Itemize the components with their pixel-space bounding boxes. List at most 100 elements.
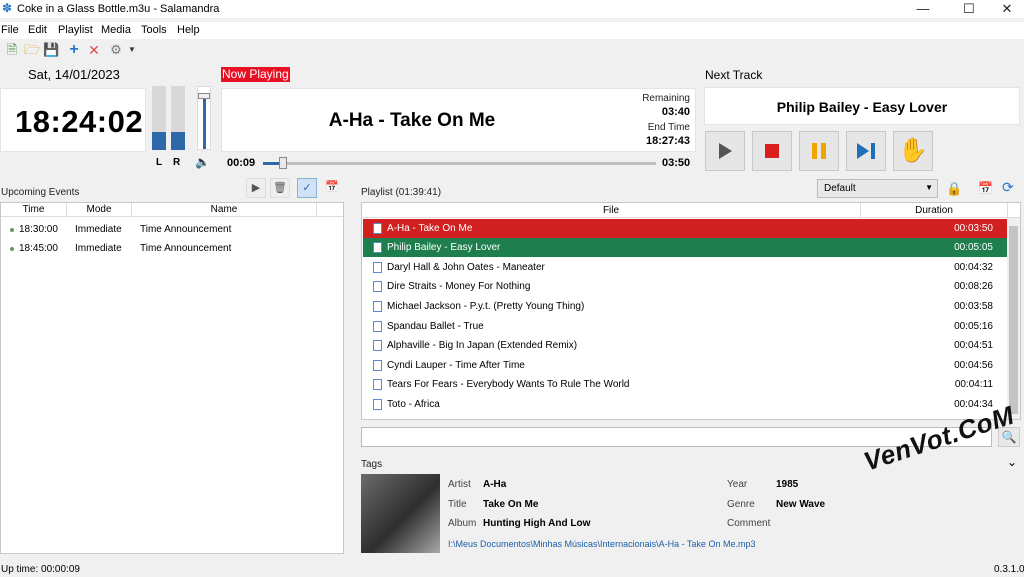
playlist-scrollbar[interactable] bbox=[1007, 218, 1020, 419]
event-time: 18:45:00 bbox=[19, 243, 58, 254]
menu-playlist[interactable]: Playlist bbox=[58, 24, 93, 36]
menu-tools[interactable]: Tools bbox=[141, 24, 167, 36]
right-level-fill bbox=[171, 132, 185, 150]
track-duration: 00:08:26 bbox=[954, 281, 993, 292]
list-item[interactable]: Michael Jackson - P.y.t. (Pretty Young T… bbox=[363, 297, 1008, 316]
scrollbar-thumb[interactable] bbox=[1009, 226, 1018, 414]
list-item[interactable]: Tears For Fears - Everybody Wants To Rul… bbox=[363, 375, 1008, 394]
event-mode: Immediate bbox=[75, 243, 122, 254]
audio-file-icon bbox=[373, 301, 382, 312]
chevron-down-icon[interactable]: ⌄ bbox=[1007, 455, 1017, 469]
save-icon[interactable]: 💾 bbox=[43, 42, 59, 58]
skip-next-button[interactable] bbox=[846, 131, 886, 171]
play-button[interactable] bbox=[705, 131, 745, 171]
artist-label: Artist bbox=[448, 479, 471, 490]
playlist-table: File Duration A-Ha - Take On Me 00:03:50 … bbox=[361, 202, 1021, 420]
track-name: Daryl Hall & John Oates - Maneater bbox=[387, 262, 545, 273]
menu-help[interactable]: Help bbox=[177, 24, 200, 36]
comment-label: Comment bbox=[727, 518, 771, 529]
year-label: Year bbox=[727, 479, 748, 490]
refresh-icon[interactable]: ⟳ bbox=[1002, 179, 1014, 196]
volume-knob[interactable] bbox=[198, 93, 210, 99]
list-item[interactable]: Daryl Hall & John Oates - Maneater 00:04:… bbox=[363, 258, 1008, 277]
events-col-name[interactable]: Name bbox=[132, 203, 317, 217]
menu-bar: File Edit Playlist Media Tools Help bbox=[0, 22, 1024, 39]
track-name: Michael Jackson - P.y.t. (Pretty Young T… bbox=[387, 301, 585, 312]
artist-value: A-Ha bbox=[483, 479, 507, 490]
title-value: Take On Me bbox=[483, 499, 539, 510]
stop-icon bbox=[765, 144, 779, 158]
track-duration: 00:03:50 bbox=[954, 223, 993, 234]
play-circle-icon: ▶ bbox=[251, 182, 261, 194]
events-col-mode[interactable]: Mode bbox=[67, 203, 132, 217]
next-track-label: Next Track bbox=[705, 68, 763, 82]
album-art bbox=[361, 474, 440, 553]
lock-icon[interactable]: 🔒 bbox=[946, 181, 962, 197]
audio-file-icon bbox=[373, 242, 382, 253]
version-text: 0.3.1.0 bbox=[994, 564, 1024, 575]
seek-knob[interactable] bbox=[279, 157, 287, 169]
events-col-spacer bbox=[317, 203, 343, 217]
seek-progress bbox=[263, 162, 279, 165]
event-delete-button[interactable]: 🗑 bbox=[270, 178, 290, 198]
events-col-time[interactable]: Time bbox=[1, 203, 67, 217]
title-label: Title bbox=[448, 499, 467, 510]
close-button[interactable]: ✕ bbox=[984, 0, 1024, 18]
minimize-button[interactable]: — bbox=[900, 0, 946, 18]
track-duration: 00:04:51 bbox=[954, 340, 993, 351]
audio-file-icon bbox=[373, 262, 382, 273]
total-time: 03:50 bbox=[662, 157, 691, 169]
playlist-profile-value: Default bbox=[824, 183, 856, 194]
playlist-col-file[interactable]: File bbox=[362, 203, 861, 218]
meter-label-left: L bbox=[156, 157, 163, 168]
speaker-icon[interactable]: 🔈 bbox=[195, 155, 210, 169]
menu-edit[interactable]: Edit bbox=[28, 24, 47, 36]
event-run-button[interactable]: ▶ bbox=[246, 178, 266, 198]
open-folder-icon[interactable]: 🗁 bbox=[24, 42, 40, 58]
elapsed-time: 00:09 bbox=[227, 157, 256, 169]
settings-icon[interactable]: ⚙ bbox=[108, 42, 124, 58]
end-time-value: 18:27:43 bbox=[645, 135, 690, 147]
menu-media[interactable]: Media bbox=[101, 24, 131, 36]
schedule-remove-icon[interactable]: 📅 bbox=[978, 181, 993, 195]
list-item[interactable]: Toto - Africa 00:04:34 bbox=[363, 395, 1008, 414]
new-playlist-icon[interactable]: 🗎 bbox=[4, 42, 20, 58]
chevron-down-icon[interactable]: ▼ bbox=[124, 42, 140, 58]
window-title: Coke in a Glass Bottle.m3u - Salamandra bbox=[17, 3, 220, 15]
volume-slider[interactable] bbox=[197, 86, 211, 150]
file-path-link[interactable]: I:\Meus Documentos\Minhas Músicas\Intern… bbox=[448, 539, 755, 549]
audio-file-icon bbox=[373, 399, 382, 410]
track-name: Dire Straits - Money For Nothing bbox=[387, 281, 531, 292]
list-item[interactable]: Spandau Ballet - True 00:05:16 bbox=[363, 317, 1008, 336]
event-enable-button[interactable]: ✓ bbox=[297, 178, 317, 198]
hand-icon: ✋ bbox=[898, 137, 928, 164]
table-row[interactable]: 18:45:00 Immediate Time Announcement bbox=[1, 239, 343, 258]
list-item[interactable]: Philip Bailey - Easy Lover 00:05:05 bbox=[363, 238, 1008, 257]
add-icon[interactable]: + bbox=[66, 42, 82, 58]
remaining-label: Remaining bbox=[642, 93, 690, 104]
event-mode: Immediate bbox=[75, 224, 122, 235]
audio-file-icon bbox=[373, 360, 382, 371]
title-bar: ✽ Coke in a Glass Bottle.m3u - Salamandr… bbox=[0, 0, 1024, 18]
track-name: Alphaville - Big In Japan (Extended Remi… bbox=[387, 340, 578, 351]
table-row[interactable]: 18:30:00 Immediate Time Announcement bbox=[1, 220, 343, 239]
event-schedule-button[interactable]: 📅 bbox=[322, 178, 342, 198]
track-duration: 00:04:32 bbox=[954, 262, 993, 273]
play-icon bbox=[719, 143, 732, 159]
track-duration: 00:05:16 bbox=[954, 321, 993, 332]
playlist-col-spacer bbox=[1008, 203, 1020, 218]
event-name: Time Announcement bbox=[140, 224, 232, 235]
list-item[interactable]: Alphaville - Big In Japan (Extended Remi… bbox=[363, 336, 1008, 355]
pause-button[interactable] bbox=[799, 131, 839, 171]
seek-bar[interactable] bbox=[263, 162, 656, 165]
menu-file[interactable]: File bbox=[1, 24, 19, 36]
emergency-stop-button[interactable]: ✋ bbox=[893, 131, 933, 171]
list-item[interactable]: A-Ha - Take On Me 00:03:50 bbox=[363, 219, 1008, 238]
playlist-profile-select[interactable]: Default ▼ bbox=[817, 179, 938, 198]
list-item[interactable]: Dire Straits - Money For Nothing 00:08:26 bbox=[363, 277, 1008, 296]
next-track-title: Philip Bailey - Easy Lover bbox=[776, 99, 948, 115]
playlist-col-duration[interactable]: Duration bbox=[861, 203, 1008, 218]
list-item[interactable]: Cyndi Lauper - Time After Time 00:04:56 bbox=[363, 356, 1008, 375]
remove-icon[interactable]: ✕ bbox=[86, 42, 102, 58]
stop-button[interactable] bbox=[752, 131, 792, 171]
